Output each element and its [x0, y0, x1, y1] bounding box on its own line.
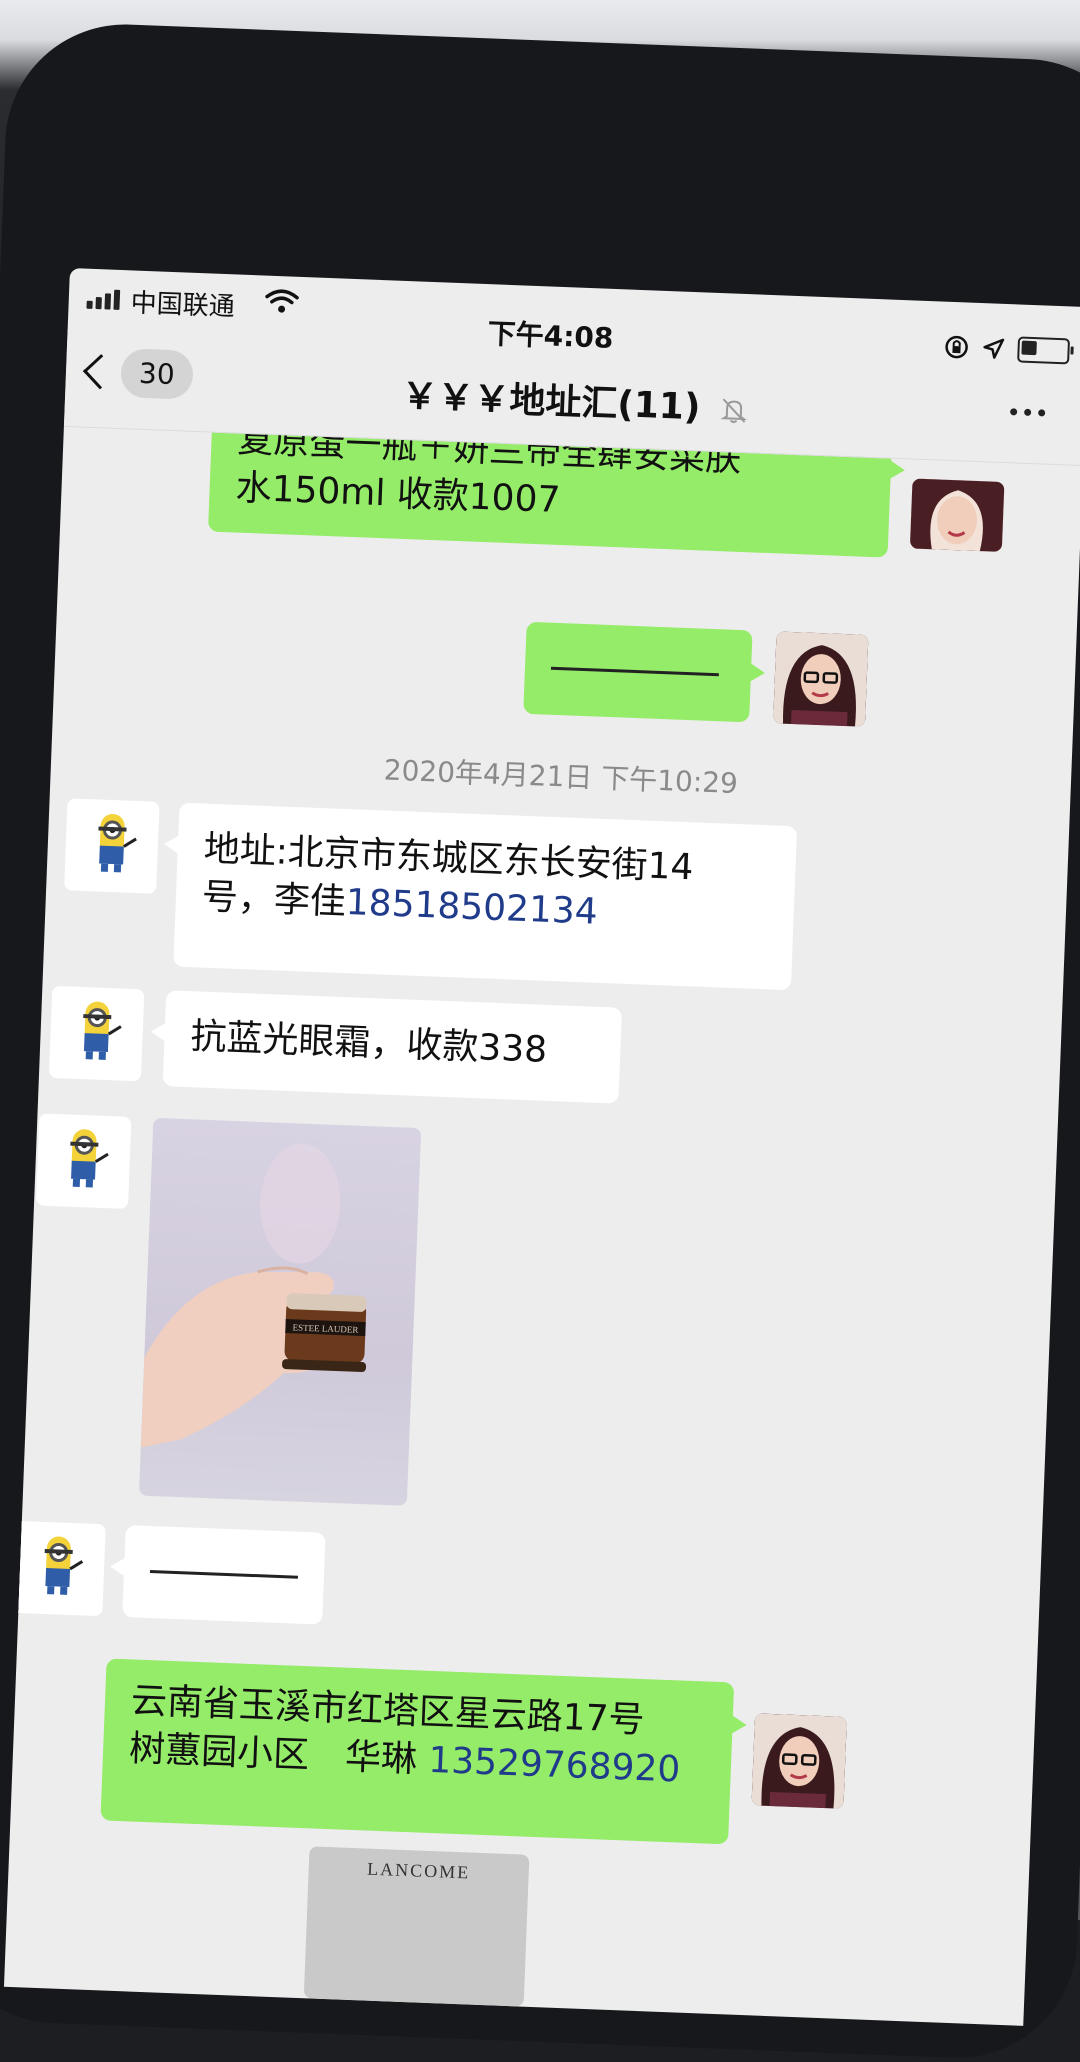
chat-title-text: ￥￥￥地址汇(11)	[400, 375, 702, 429]
message-outgoing[interactable]	[523, 621, 753, 723]
avatar[interactable]	[35, 1113, 132, 1209]
image-message-partial[interactable]: LANCOME	[303, 1846, 530, 2007]
message-text: 抗蓝光眼霜，收款338	[189, 1016, 548, 1071]
carrier-name: 中国联通	[130, 288, 236, 323]
message-text: 树蕙园小区 华琳	[128, 1728, 430, 1781]
avatar[interactable]	[773, 631, 869, 727]
chat-title: ￥￥￥地址汇(11)	[65, 354, 1080, 445]
message-outgoing[interactable]: 云南省玉溪市红塔区星云路17号 树蕙园小区 华琳 13529768920	[100, 1658, 735, 1845]
wifi-icon	[265, 289, 299, 313]
product-photo: ESTEE LAUDER	[140, 1143, 367, 1448]
battery-icon	[1017, 336, 1071, 365]
product-brand-label: LANCOME	[366, 1858, 471, 1883]
location-arrow-icon	[983, 338, 1005, 359]
more-dots-icon[interactable]	[1010, 408, 1046, 417]
status-icons	[943, 334, 1071, 365]
message-incoming[interactable]	[122, 1525, 326, 1625]
message-incoming[interactable]: 抗蓝光眼霜，收款338	[162, 990, 623, 1104]
signal-icon	[86, 289, 121, 310]
message-text: 号，李佳	[201, 876, 347, 924]
avatar[interactable]	[10, 1520, 106, 1617]
battery-level	[1021, 340, 1037, 356]
message-incoming[interactable]: 地址:北京市东城区东长安街14 号，李佳18518502134	[173, 802, 798, 991]
image-message[interactable]: ESTEE LAUDER	[138, 1117, 422, 1506]
phone-screen: 中国联通 下午4:08 30 ￥￥￥地址汇(11) 复原蛋一瓶＋妍兰帝全肆安菜肤…	[3, 268, 1080, 2026]
dash-line	[550, 666, 719, 677]
avatar[interactable]	[64, 798, 160, 894]
avatar[interactable]	[48, 985, 145, 1082]
avatar[interactable]	[909, 478, 1005, 552]
dash-line	[149, 1570, 298, 1579]
lock-rotation-icon	[945, 335, 968, 359]
avatar[interactable]	[751, 1713, 847, 1809]
phone-number-link[interactable]: 13529768920	[428, 1740, 681, 1791]
phone-number-link[interactable]: 18518502134	[345, 882, 598, 933]
message-list: 复原蛋一瓶＋妍兰帝全肆安菜肤 水150ml 收款1007 2020年4月21日 …	[4, 401, 1080, 2026]
mute-bell-icon	[720, 398, 747, 424]
